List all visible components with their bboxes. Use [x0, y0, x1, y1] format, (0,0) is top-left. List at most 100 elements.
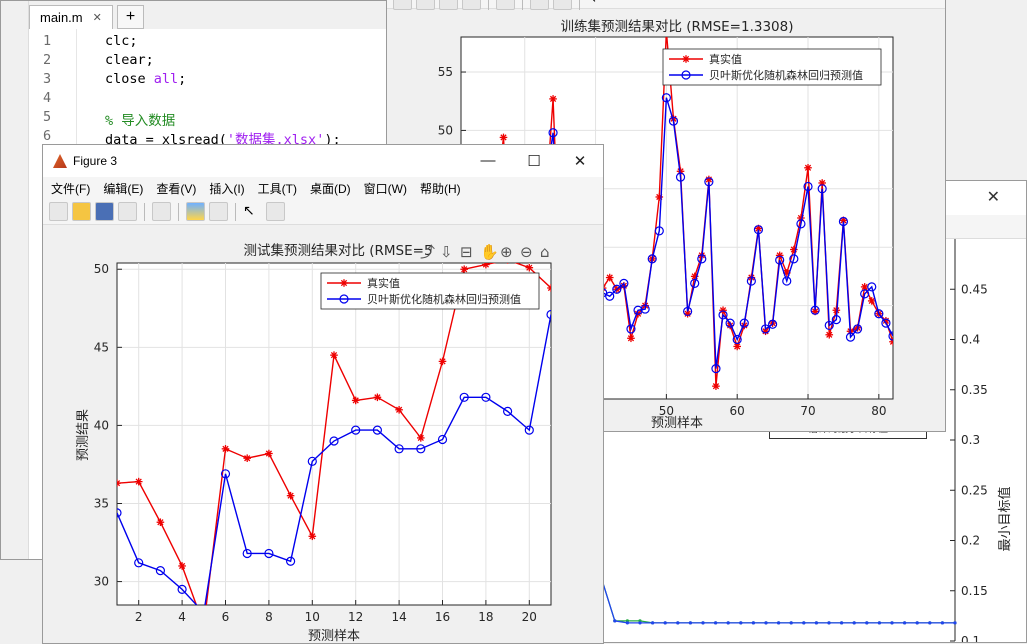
close-icon[interactable]: ✕ [93, 11, 102, 24]
y-tick-label: 0.15 [961, 584, 988, 598]
data-point [178, 562, 186, 570]
data-point [613, 619, 617, 623]
data-point [865, 621, 869, 625]
editor-tabbar: main.m ✕ + [29, 5, 145, 29]
y-tick-label: 0.1 [961, 634, 980, 643]
save-icon[interactable] [95, 202, 114, 221]
y-tick-label: 0.35 [961, 383, 988, 397]
data-point [651, 621, 655, 625]
x-tick-label: 18 [478, 610, 493, 624]
data-point [714, 621, 718, 625]
code-token: all [153, 71, 179, 87]
data-point [804, 163, 812, 172]
data-point [525, 263, 534, 272]
datatip-icon[interactable]: ⊟ [460, 243, 473, 261]
data-point [789, 621, 793, 625]
line-number: 6 [43, 128, 52, 144]
series-line [597, 561, 955, 624]
data-point [351, 396, 360, 405]
x-tick-label: 8 [265, 610, 273, 624]
menu-item[interactable]: 桌面(D) [310, 180, 351, 197]
menu-item[interactable]: 查看(V) [156, 180, 196, 197]
y-tick-label: 50 [94, 262, 109, 276]
data-point [499, 133, 508, 142]
menu-item[interactable]: 插入(I) [209, 180, 244, 197]
y-tick-label: 45 [94, 340, 109, 354]
zoom-in-icon[interactable]: ⊕ [500, 243, 513, 261]
menu-item[interactable]: 编辑(E) [103, 180, 143, 197]
data-point [802, 621, 806, 625]
line-number: 1 [43, 33, 52, 49]
data-point [625, 621, 629, 625]
series-line [597, 561, 955, 624]
marker-stroke [201, 623, 206, 628]
test-chart: 2 4 6 8 10 12 14 16 18 20 30 35 40 45 50 测试集预测结果对比 (RMS… [76, 243, 552, 643]
data-point [627, 334, 635, 343]
legend-label: 贝叶斯优化随机森林回归预测值 [367, 292, 521, 306]
data-point [395, 405, 403, 414]
x-tick-label: 20 [522, 610, 537, 624]
x-tick-label: 12 [348, 610, 363, 624]
toolbar-separator [178, 202, 179, 221]
window-title-text: Figure 3 [73, 154, 118, 168]
data-point [840, 621, 844, 625]
cursor-icon[interactable]: ↖ [243, 202, 262, 221]
code-token: % 导入数据 [105, 113, 176, 129]
code-token: clc; [105, 33, 138, 49]
toolbar-separator [235, 202, 236, 221]
data-point [286, 491, 295, 500]
data-point [739, 621, 743, 625]
x-tick-label: 2 [135, 610, 143, 624]
code-token: clear; [105, 52, 154, 68]
link-icon[interactable] [152, 202, 171, 221]
code-line: clc; [105, 33, 138, 49]
legend-icon[interactable] [209, 202, 228, 221]
legend-label: 真实值 [367, 276, 400, 290]
export-icon[interactable]: ⤴ [420, 243, 435, 261]
data-point [814, 621, 818, 625]
data-point [438, 357, 447, 366]
add-tab-button[interactable]: + [116, 5, 145, 29]
home-icon[interactable]: ⌂ [540, 243, 550, 261]
tab-main-m[interactable]: main.m ✕ [29, 5, 113, 29]
training-toolbar: ↖ [387, 0, 945, 10]
x-tick-label: 16 [435, 610, 450, 624]
x-tick-label: 70 [800, 404, 815, 418]
close-icon[interactable]: ✕ [987, 187, 1000, 207]
brush-icon[interactable]: ⇩ [440, 243, 453, 261]
new-figure-icon[interactable] [49, 202, 68, 221]
data-point [638, 621, 642, 625]
open-file-icon[interactable] [72, 202, 91, 221]
window-controls: — ☐ ✕ [465, 152, 603, 170]
property-editor-icon[interactable] [266, 202, 285, 221]
line-number: 3 [43, 71, 52, 87]
data-point [330, 351, 338, 359]
menu-item[interactable]: 文件(F) [51, 180, 90, 197]
data-point [605, 273, 614, 282]
data-point [903, 621, 907, 625]
chart-title: 训练集预测结果对比 (RMSE=1.3308) [561, 19, 794, 35]
marker-stroke [201, 623, 206, 628]
data-point [953, 621, 957, 625]
menu-item[interactable]: 帮助(H) [420, 180, 461, 197]
figure-3-menubar: 文件(F) 编辑(E) 查看(V) 插入(I) 工具(T) 桌面(D) 窗口(W) 帮助(H) [43, 177, 603, 199]
pan-icon[interactable]: ✋ [480, 243, 499, 261]
colorbar-icon[interactable] [186, 202, 205, 221]
data-point [928, 621, 932, 625]
x-tick-label: 10 [305, 610, 320, 624]
x-tick-label: 4 [178, 610, 186, 624]
menu-item[interactable]: 工具(T) [258, 180, 297, 197]
data-point [663, 621, 667, 625]
print-icon[interactable] [118, 202, 137, 221]
menu-item[interactable]: 窗口(W) [364, 180, 407, 197]
data-point [726, 621, 730, 625]
close-button[interactable]: ✕ [557, 152, 603, 170]
y-tick-label: 0.25 [961, 483, 988, 497]
maximize-button[interactable]: ☐ [511, 152, 557, 170]
x-tick-label: 14 [391, 610, 406, 624]
zoom-out-icon[interactable]: ⊖ [520, 243, 533, 261]
minimize-button[interactable]: — [465, 152, 511, 170]
data-point [200, 609, 208, 617]
y-tick-label: 30 [94, 575, 109, 589]
code-line: clear; [105, 52, 154, 68]
